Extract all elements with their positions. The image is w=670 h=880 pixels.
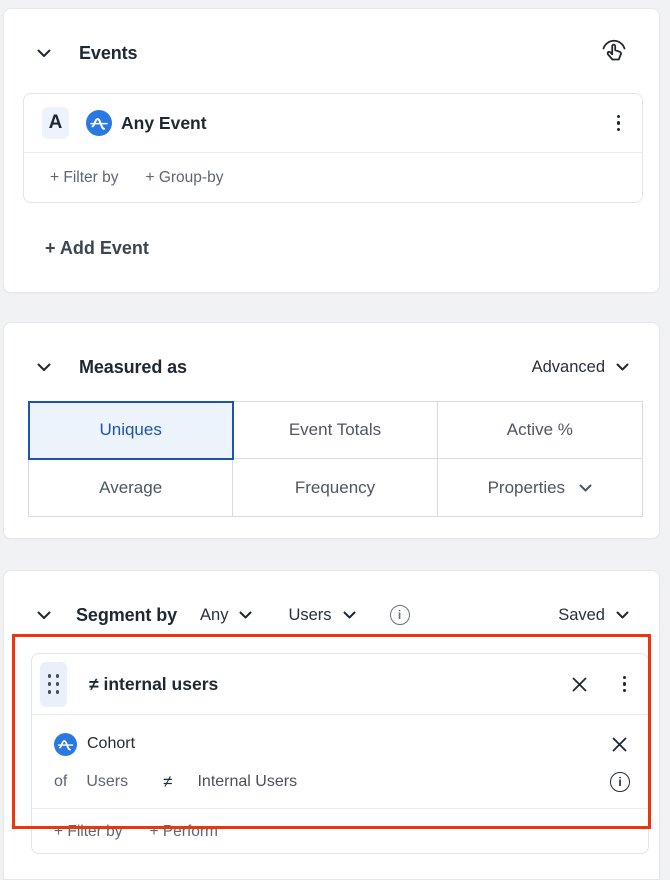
add-event-button[interactable]: + Add Event [45,238,149,259]
saved-label: Saved [558,606,605,625]
event-actions: + Filter by + Group-by [24,153,642,202]
segment-card-header: ≠ internal users [32,654,648,715]
metric-label: Event Totals [289,420,381,440]
clause-operator[interactable]: ≠ [163,772,172,792]
kebab-menu-icon[interactable] [617,672,632,696]
drag-dots [48,674,60,694]
amplitude-logo-icon [86,110,112,136]
group-by-button[interactable]: + Group-by [145,169,223,187]
tap-gesture-icon[interactable] [599,38,629,68]
event-name[interactable]: Any Event [121,113,207,134]
segment-card-body: Cohort of Users ≠ Internal Users i [32,715,648,801]
entity-users-label: Users [288,606,331,625]
chevron-down-icon [239,611,252,619]
chevron-down-icon [343,611,356,619]
info-icon[interactable]: i [390,605,410,625]
measured-as-grid: Uniques Event Totals Active % Average Fr… [28,401,643,517]
event-letter-badge: A [42,107,69,139]
segment-by-panel: Segment by Any Users i Saved [3,570,660,880]
metric-uniques[interactable]: Uniques [29,402,233,459]
close-icon[interactable] [609,734,630,755]
metric-event-totals[interactable]: Event Totals [233,402,437,459]
clause-row: of Users ≠ Internal Users i [54,763,630,801]
clause-prefix: of [54,773,67,791]
clause-value[interactable]: Internal Users [197,773,297,791]
advanced-dropdown[interactable]: Advanced [532,358,629,377]
filter-by-button[interactable]: + Filter by [54,823,122,841]
chevron-down-icon [579,484,592,492]
event-row: A Any Event [24,94,642,153]
metric-properties[interactable]: Properties [438,459,642,516]
kebab-menu-icon[interactable] [611,111,626,135]
events-panel: Events A Any Event [3,8,660,293]
saved-dropdown[interactable]: Saved [558,606,629,625]
event-card: A Any Event + Filter by + Group-by [23,93,643,203]
segment-by-header: Segment by Any Users i Saved [37,597,629,633]
segment-by-title: Segment by [76,605,177,626]
metric-frequency[interactable]: Frequency [233,459,437,516]
chevron-down-icon[interactable] [37,363,51,372]
metric-label: Properties [488,478,565,498]
filter-by-button[interactable]: + Filter by [50,169,118,187]
info-icon[interactable]: i [610,772,630,792]
close-icon[interactable] [569,674,590,695]
metric-active-pct[interactable]: Active % [438,402,642,459]
measured-as-header: Measured as Advanced [37,349,629,385]
events-title: Events [79,43,137,64]
chevron-down-icon [616,611,629,619]
cohort-row: Cohort [54,725,630,763]
property-type-label[interactable]: Cohort [87,735,135,753]
segment-card-actions: + Filter by + Perform [32,808,648,855]
amplitude-logo-icon [54,733,77,756]
metric-label: Uniques [99,420,161,440]
metric-average[interactable]: Average [29,459,233,516]
measured-as-panel: Measured as Advanced Uniques Event Total… [3,322,660,539]
metric-label: Average [99,478,162,498]
clause-subject[interactable]: Users [86,773,128,791]
events-header: Events [37,35,629,71]
query-builder: Events A Any Event [0,0,670,880]
chevron-down-icon[interactable] [37,611,51,620]
perform-button[interactable]: + Perform [149,823,217,841]
metric-label: Frequency [295,478,375,498]
chevron-down-icon[interactable] [37,49,51,58]
match-any-dropdown[interactable]: Any [200,606,252,625]
measured-as-title: Measured as [79,357,187,378]
segment-name[interactable]: ≠ internal users [89,674,218,695]
metric-label: Active % [507,420,573,440]
segment-card: ≠ internal users Cohort [31,653,649,854]
advanced-label: Advanced [532,358,605,377]
chevron-down-icon [616,363,629,371]
entity-users-dropdown[interactable]: Users [288,606,355,625]
drag-handle-icon[interactable] [40,662,67,707]
match-any-label: Any [200,606,228,625]
